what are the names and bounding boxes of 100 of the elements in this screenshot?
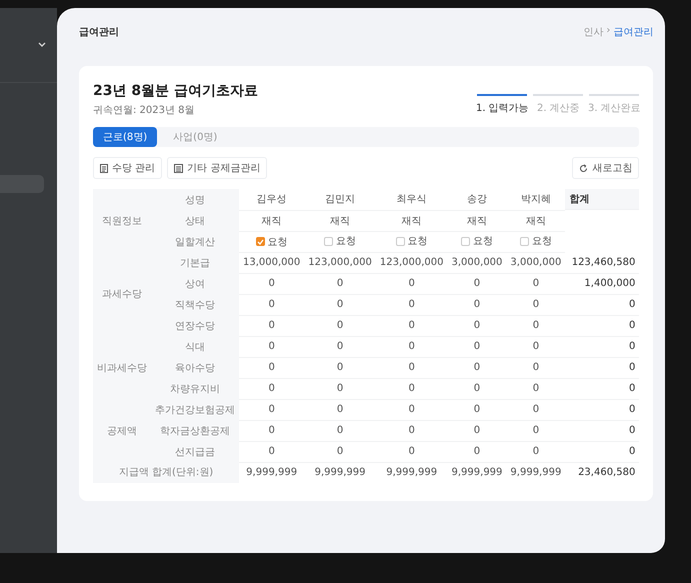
table-cell: 0 [506, 378, 566, 399]
total-cell: 123,460,580 [565, 252, 640, 273]
table-cell: 0 [376, 336, 448, 357]
table-cell: 0 [448, 273, 506, 294]
table-cell: 0 [376, 294, 448, 315]
card-title: 23년 8월분 급여기초자료 [93, 82, 258, 100]
table-cell: 0 [304, 357, 376, 378]
check-icon [256, 238, 264, 244]
row-label: 기본급 [151, 252, 239, 273]
table-cell: 0 [239, 357, 304, 378]
table-cell: 0 [304, 315, 376, 336]
total-cell: 23,460,580 [565, 462, 640, 482]
table-cell: 0 [304, 441, 376, 462]
table-cell: 0 [506, 420, 566, 441]
table-cell: 0 [448, 399, 506, 420]
row-label: 연장수당 [151, 315, 239, 336]
table-cell: 최우식 [376, 189, 448, 210]
row-label: 상태 [151, 210, 239, 231]
table-cell: 9,999,999 [239, 462, 304, 482]
total-cell: 0 [565, 294, 640, 315]
total-cell: 0 [565, 441, 640, 462]
table-cell: 0 [448, 378, 506, 399]
total-cell: 0 [565, 357, 640, 378]
step-label: 1. 입력가능 [476, 102, 529, 115]
table-cell: 0 [506, 336, 566, 357]
table-cell: 3,000,000 [506, 252, 566, 273]
table-cell: 재직 [304, 210, 376, 231]
checkbox[interactable]: 요청 [520, 234, 552, 248]
checkbox[interactable]: 요청 [460, 234, 493, 248]
table-cell: 김민지 [304, 189, 376, 210]
table-cell: 9,999,999 [448, 462, 506, 482]
total-header: 합계 [565, 189, 640, 210]
table-cell: 0 [376, 399, 448, 420]
document-icon [100, 164, 108, 172]
checkbox[interactable]: 요청 [324, 234, 356, 248]
table-cell: 3,000,000 [448, 252, 506, 273]
table-cell: 0 [506, 294, 566, 315]
table-cell: 0 [376, 441, 448, 462]
row-label: 육아수당 [151, 357, 239, 378]
table-cell: 0 [304, 399, 376, 420]
table-cell: 0 [239, 315, 304, 336]
table-cell: 0 [506, 441, 566, 462]
table-cell: 0 [376, 315, 448, 336]
group-label: 비과세수당 [93, 336, 151, 399]
step-label: 3. 계산완료 [588, 102, 641, 115]
table-cell: 0 [506, 399, 566, 420]
breadcrumb-link[interactable]: 급여관리 [613, 25, 654, 39]
row-label: 차량유지비 [151, 378, 239, 399]
table-cell: 0 [239, 441, 304, 462]
table-cell: 송강 [448, 189, 506, 210]
total-cell: 0 [565, 315, 640, 336]
checkbox[interactable]: 요청 [396, 234, 428, 248]
table-cell: 0 [376, 273, 448, 294]
row-label: 상여 [151, 273, 239, 294]
checkbox[interactable]: 요청 [256, 234, 288, 248]
table-cell: 0 [304, 273, 376, 294]
table-cell: 123,000,000 [304, 252, 376, 273]
table-cell: 0 [239, 273, 304, 294]
total-cell: 1,400,000 [565, 273, 640, 294]
refresh-button[interactable]: 새로고침 [572, 157, 640, 179]
row-label: 식대 [151, 336, 239, 357]
table-cell: 0 [448, 420, 506, 441]
table-cell: 0 [376, 357, 448, 378]
table-cell: 0 [448, 441, 506, 462]
page-title: 급여관리 [79, 26, 119, 39]
group-label: 직원정보 [93, 189, 151, 252]
row-label: 성명 [151, 189, 239, 210]
table-cell: 0 [448, 315, 506, 336]
table-cell: 0 [304, 336, 376, 357]
table-cell: 재직 [506, 210, 566, 231]
table-cell: 9,999,999 [304, 462, 376, 482]
table-cell: 0 [448, 357, 506, 378]
total-cell: 0 [565, 420, 640, 441]
total-cell: 0 [565, 336, 640, 357]
table-cell: 0 [239, 336, 304, 357]
toolbar-button[interactable]: 수당 관리 [93, 157, 162, 179]
table-cell: 재직 [448, 210, 506, 231]
row-label: 학자금상환공제 [151, 420, 239, 441]
table-cell: 9,999,999 [376, 462, 448, 482]
table-cell: 0 [239, 294, 304, 315]
row-label: 추가건강보험공제 [151, 399, 239, 420]
total-cell: 0 [565, 399, 640, 420]
group-label: 공제액 [93, 399, 151, 462]
chevron-icon[interactable] [38, 42, 46, 48]
table-cell: 김우성 [239, 189, 304, 210]
table-cell: 0 [304, 378, 376, 399]
table-cell: 0 [304, 420, 376, 441]
toolbar-button[interactable]: 기타 공제금관리 [167, 157, 268, 179]
table-cell: 9,999,999 [506, 462, 566, 482]
table-cell: 0 [376, 378, 448, 399]
row-label: 일할계산 [151, 231, 239, 252]
tab[interactable]: 근로(8명) [93, 127, 158, 147]
table-cell: 0 [448, 336, 506, 357]
table-cell: 0 [448, 294, 506, 315]
refresh-icon [579, 164, 588, 172]
card-subtitle: 귀속연월: 2023년 8월 [93, 104, 196, 117]
table-cell: 123,000,000 [376, 252, 448, 273]
table-cell: 재직 [239, 210, 304, 231]
row-label: 직책수당 [151, 294, 239, 315]
breadcrumb-separator: › [606, 25, 610, 38]
